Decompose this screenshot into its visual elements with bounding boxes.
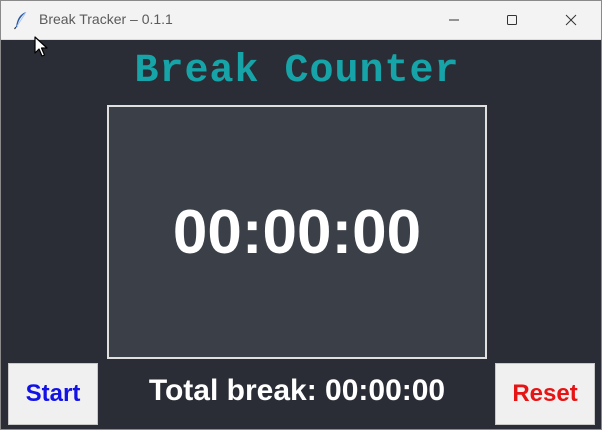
maximize-button[interactable] (483, 1, 541, 39)
page-title: Break Counter (134, 49, 460, 94)
app-window: Break Tracker – 0.1.1 Break Counter 00:0… (0, 0, 602, 430)
close-button[interactable] (542, 1, 600, 39)
total-break-label: Total break: 00:00:00 (148, 374, 446, 407)
minimize-button[interactable] (425, 1, 483, 39)
close-icon (565, 14, 577, 26)
timer-display: 00:00:00 (172, 197, 422, 267)
maximize-icon (506, 14, 518, 26)
title-bar[interactable]: Break Tracker – 0.1.1 (1, 1, 601, 40)
timer-panel: 00:00:00 (107, 105, 487, 359)
window-title: Break Tracker – 0.1.1 (39, 11, 173, 27)
reset-button[interactable]: Reset (495, 363, 595, 425)
feather-icon (11, 10, 31, 30)
start-button[interactable]: Start (8, 363, 98, 425)
minimize-icon (448, 14, 460, 26)
mouse-cursor-icon (34, 36, 48, 58)
